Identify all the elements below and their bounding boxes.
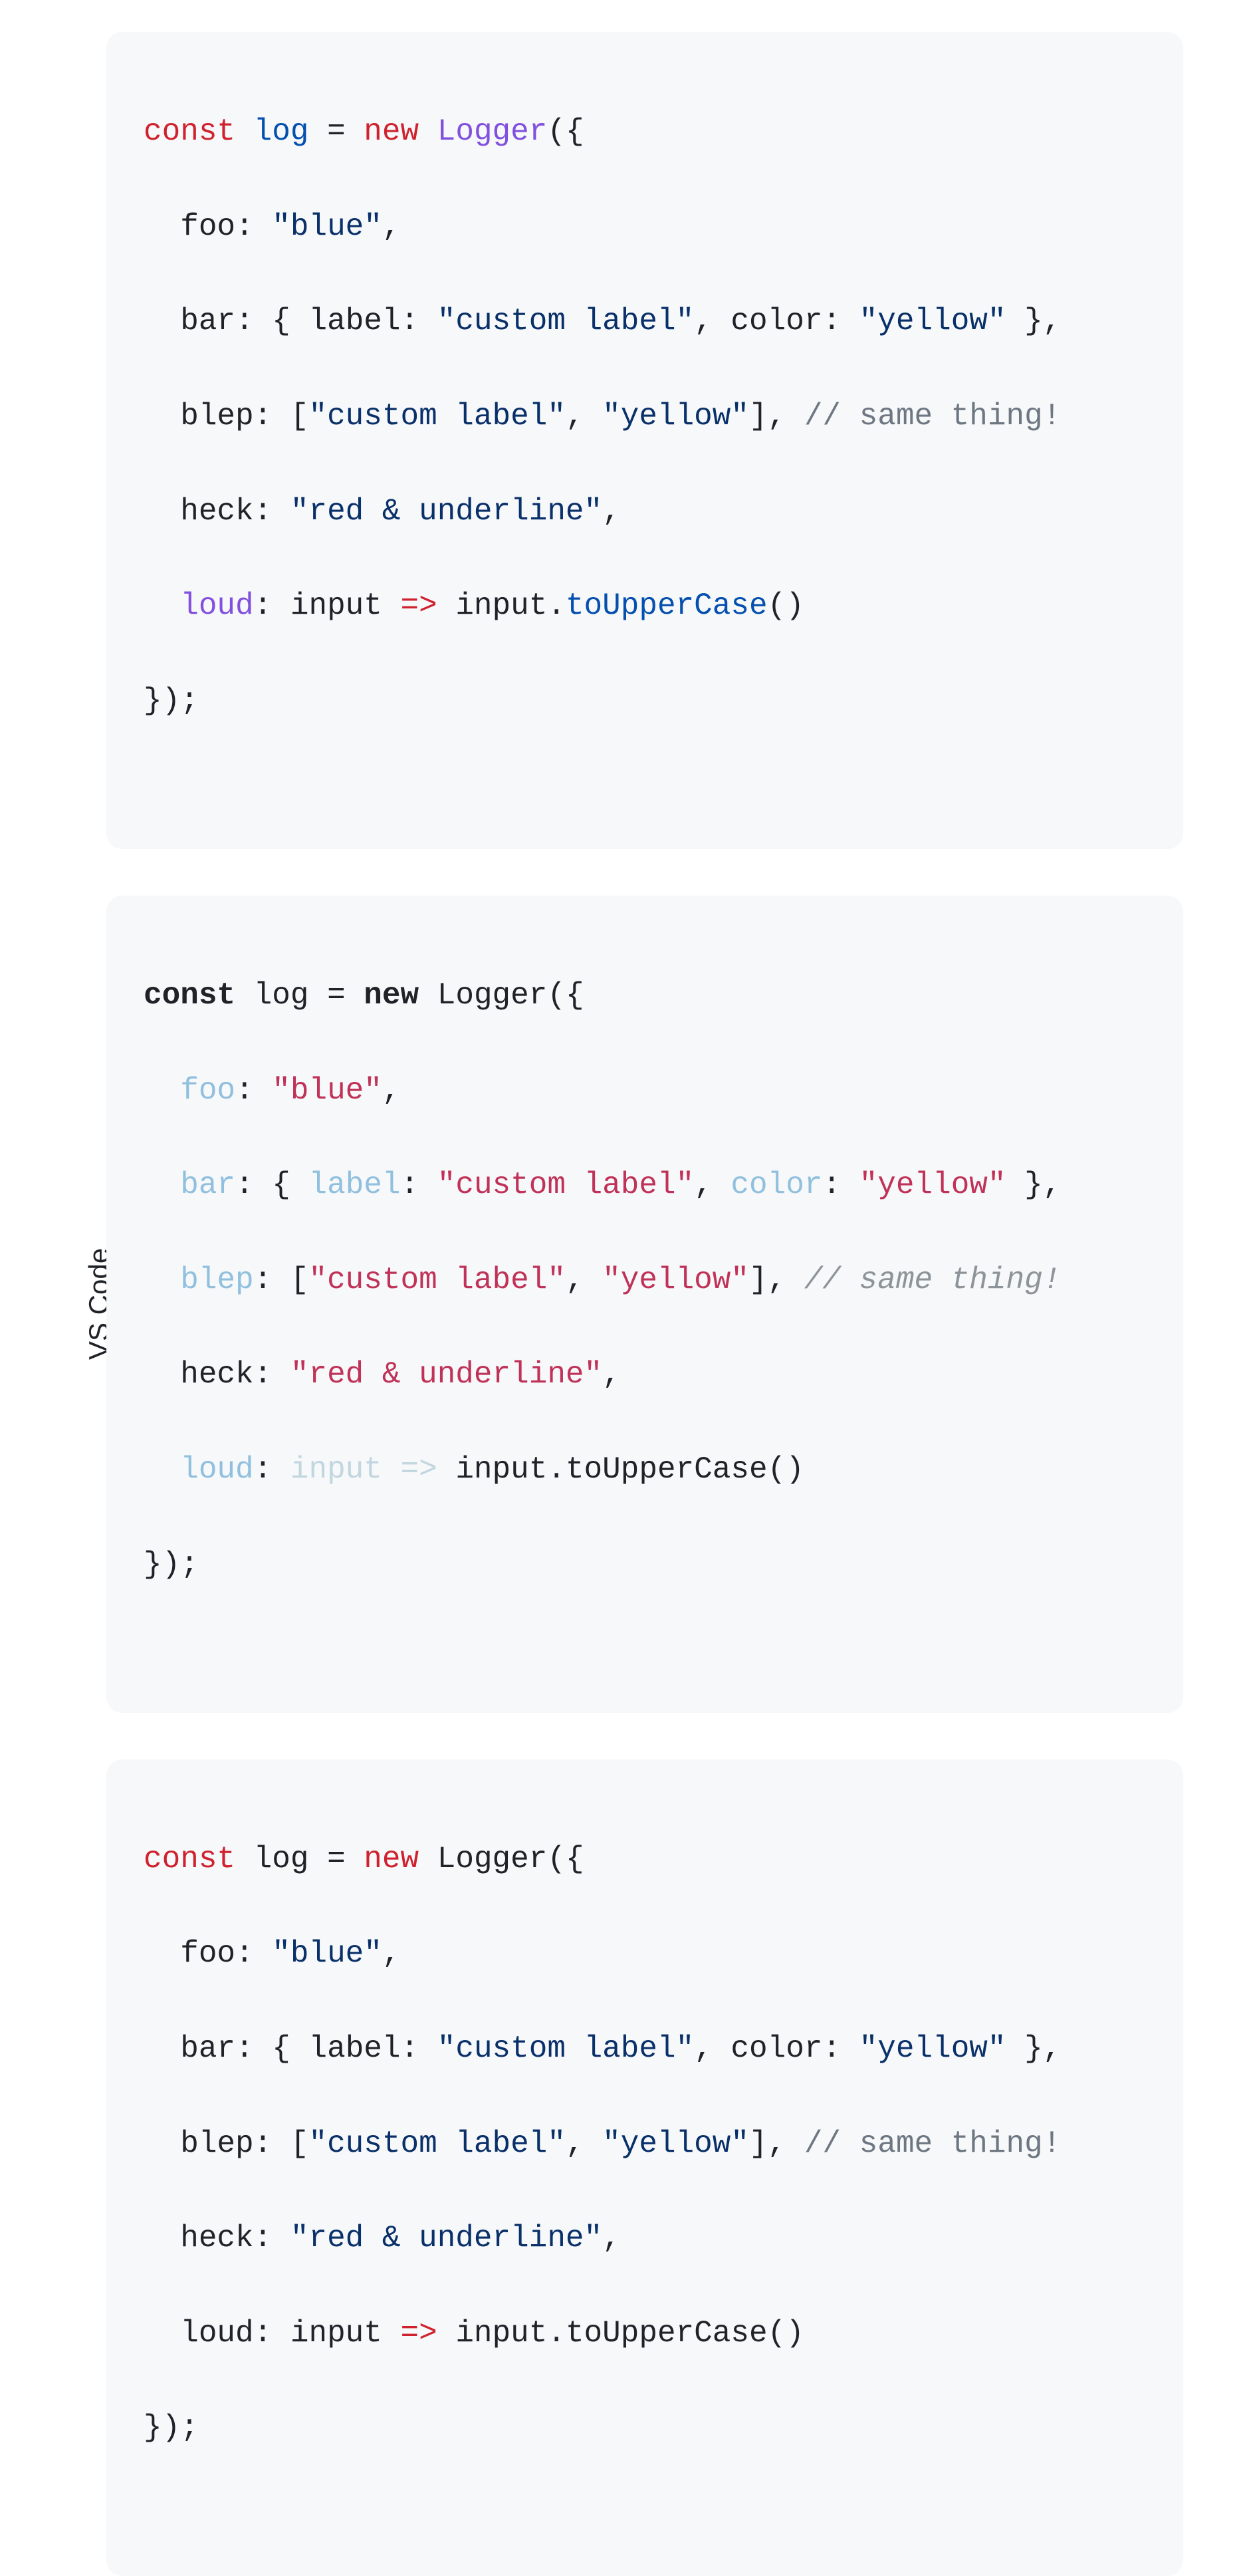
code-line: heck: "red & underline",: [144, 2215, 1146, 2262]
fn-toUpperCase: toUpperCase: [566, 588, 768, 623]
string: "red & underline": [290, 2221, 602, 2255]
string: "blue": [272, 1073, 382, 1108]
prop-label: label: [308, 304, 400, 338]
prop-blep: blep: [180, 399, 253, 434]
prop-blep: blep: [180, 2126, 253, 2161]
sample-vscode: VS Code const log = new Logger({ foo: "b…: [106, 896, 1239, 1713]
string: "custom label": [437, 1168, 694, 1202]
kw-new: new: [364, 978, 419, 1013]
prop-color: color: [731, 2031, 822, 2066]
code-line: blep: ["custom label", "yellow"], // sam…: [144, 1257, 1146, 1304]
code-line: heck: "red & underline",: [144, 1351, 1146, 1398]
string: "red & underline": [290, 494, 602, 529]
prop-loud: loud: [180, 2316, 253, 2351]
class-logger: Logger: [437, 114, 548, 149]
code-line: const log = new Logger({: [144, 108, 1146, 156]
code-line: loud: input => input.toUpperCase(): [144, 582, 1146, 630]
code-line: });: [144, 1541, 1146, 1589]
var-log: log: [254, 1842, 309, 1876]
arrow: =>: [382, 588, 455, 623]
prop-bar: bar: [180, 2031, 235, 2066]
code-line: blep: ["custom label", "yellow"], // sam…: [144, 393, 1146, 440]
code-line: loud: input => input.toUpperCase(): [144, 1446, 1146, 1493]
string: "custom label": [308, 2126, 565, 2161]
code-line: });: [144, 678, 1146, 725]
code-line: const log = new Logger({: [144, 972, 1146, 1019]
prop-loud: loud: [180, 588, 253, 623]
string: "yellow": [602, 2126, 749, 2161]
string: "custom label": [308, 1263, 565, 1297]
comment: // same thing!: [804, 1263, 1061, 1297]
kw-const: const: [144, 114, 235, 149]
string: "custom label": [437, 2031, 694, 2066]
code-line: heck: "red & underline",: [144, 488, 1146, 535]
var-log: log: [254, 114, 309, 149]
prop-heck: heck: [180, 494, 253, 529]
fn-toUpperCase: toUpperCase: [566, 2316, 768, 2351]
sample-github-original: GitHub Original const log = new Logger({…: [106, 32, 1239, 849]
string: "yellow": [602, 1263, 749, 1297]
class-logger: Logger: [437, 978, 548, 1013]
class-logger: Logger: [437, 1842, 548, 1876]
string: "yellow": [859, 2031, 1006, 2066]
arrow: =>: [382, 2316, 455, 2351]
prop-loud: loud: [180, 1452, 253, 1487]
prop-heck: heck: [180, 1357, 253, 1392]
prop-blep: blep: [180, 1263, 253, 1297]
kw-new: new: [364, 1842, 419, 1876]
code-line: });: [144, 2404, 1146, 2452]
prop-bar: bar: [180, 304, 235, 338]
string: "yellow": [859, 1168, 1006, 1202]
prop-bar: bar: [180, 1168, 235, 1202]
arrow: =>: [382, 1452, 455, 1487]
comparison-page: GitHub Original const log = new Logger({…: [0, 0, 1239, 1450]
prop-heck: heck: [180, 2221, 253, 2255]
prop-foo: foo: [180, 209, 235, 244]
var-log: log: [254, 978, 309, 1013]
prop-foo: foo: [180, 1936, 235, 1971]
string: "red & underline": [290, 1357, 602, 1392]
code-line: foo: "blue",: [144, 203, 1146, 251]
prop-color: color: [731, 304, 822, 338]
prop-foo: foo: [180, 1073, 235, 1108]
code-line: foo: "blue",: [144, 1067, 1146, 1114]
prop-label: label: [308, 2031, 400, 2066]
string: "blue": [272, 1936, 382, 1971]
code-line: bar: { label: "custom label", color: "ye…: [144, 1162, 1146, 1209]
string: "custom label": [308, 399, 565, 434]
string: "custom label": [437, 304, 694, 338]
fn-toUpperCase: toUpperCase: [566, 1452, 768, 1487]
kw-const: const: [144, 1842, 235, 1876]
kw-const: const: [144, 978, 235, 1013]
code-block: const log = new Logger({ foo: "blue", ba…: [106, 1759, 1183, 2576]
code-line: bar: { label: "custom label", color: "ye…: [144, 298, 1146, 345]
comment: // same thing!: [804, 2126, 1061, 2161]
code-line: loud: input => input.toUpperCase(): [144, 2310, 1146, 2357]
code-line: bar: { label: "custom label", color: "ye…: [144, 2025, 1146, 2073]
code-block: const log = new Logger({ foo: "blue", ba…: [106, 32, 1183, 849]
string: "blue": [272, 209, 382, 244]
string: "yellow": [859, 304, 1006, 338]
kw-new: new: [364, 114, 419, 149]
string: "yellow": [602, 399, 749, 434]
code-line: const log = new Logger({: [144, 1836, 1146, 1883]
comment: // same thing!: [804, 399, 1061, 434]
code-line: foo: "blue",: [144, 1930, 1146, 1978]
prop-color: color: [731, 1168, 822, 1202]
sample-vscode-custom: VS Code (with custom CSS) const log = ne…: [106, 1759, 1239, 2576]
code-line: blep: ["custom label", "yellow"], // sam…: [144, 2121, 1146, 2168]
code-block: const log = new Logger({ foo: "blue", ba…: [106, 896, 1183, 1713]
prop-label: label: [308, 1168, 400, 1202]
